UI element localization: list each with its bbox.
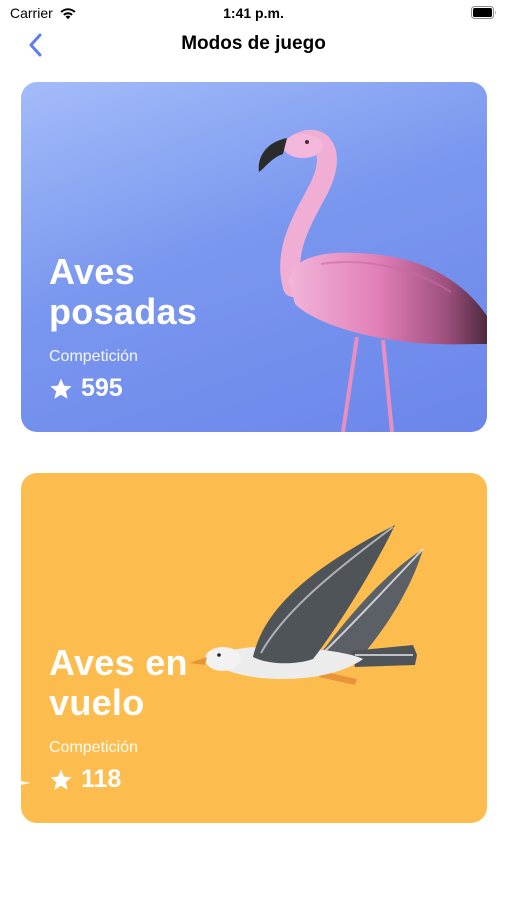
status-bar: Carrier 1:41 p.m. (0, 0, 507, 28)
mode-title: Aves en vuelo (49, 643, 188, 723)
game-mode-card-flying-birds[interactable]: Aves en vuelo Competición 118 (21, 473, 487, 823)
battery-icon (471, 6, 496, 19)
game-mode-card-perched-birds[interactable]: Aves posadas Competición 595 (21, 82, 487, 432)
navigation-bar: Modos de juego (0, 28, 507, 62)
mode-subtitle: Competición (49, 739, 138, 756)
page-title: Modos de juego (181, 33, 326, 54)
mode-subtitle: Competición (49, 348, 138, 365)
mode-title: Aves posadas (49, 252, 197, 332)
star-icon (50, 378, 72, 399)
mode-score: 595 (49, 374, 123, 403)
star-icon (50, 769, 72, 790)
mode-score-value: 118 (81, 765, 122, 793)
mode-score-value: 595 (81, 374, 123, 402)
status-time: 1:41 p.m. (223, 5, 284, 21)
mode-title-line-2: posadas (49, 291, 198, 332)
mode-title-line-2: vuelo (49, 682, 145, 723)
mode-title-line-1: Aves (49, 251, 135, 292)
mode-title-line-1: Aves en (49, 642, 188, 683)
mode-score: 118 (49, 765, 121, 794)
